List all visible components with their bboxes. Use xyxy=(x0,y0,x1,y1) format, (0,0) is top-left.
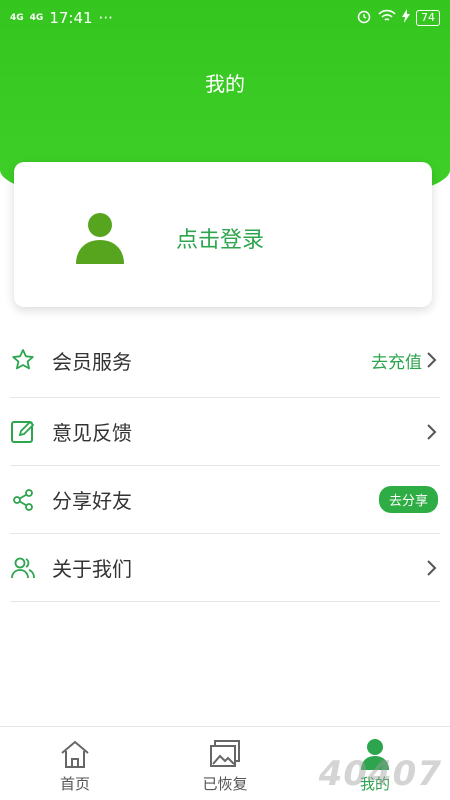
menu-item-share[interactable]: 分享好友 去分享 xyxy=(10,466,440,534)
page-title: 我的 xyxy=(205,72,245,96)
alarm-icon xyxy=(356,8,372,28)
tab-recovered[interactable]: 已恢复 xyxy=(150,727,300,800)
login-card[interactable]: 点击登录 xyxy=(14,162,432,307)
watermark-logo: 40407 xyxy=(318,754,442,794)
edit-icon xyxy=(10,419,36,445)
share-icon xyxy=(10,487,36,513)
menu-label: 意见反馈 xyxy=(52,421,132,445)
menu-list: 会员服务 去充值 意见反馈 分享好友 去分享 关于我们 xyxy=(10,323,440,602)
menu-item-feedback[interactable]: 意见反馈 xyxy=(10,398,440,466)
signal-icon: 4G xyxy=(10,12,24,23)
tab-label: 首页 xyxy=(59,775,90,793)
share-button[interactable]: 去分享 xyxy=(378,486,438,513)
chevron-right-icon xyxy=(426,422,438,442)
avatar-icon xyxy=(72,212,128,264)
menu-label: 会员服务 xyxy=(52,349,132,374)
status-time: 17:41 xyxy=(49,9,93,27)
wifi-icon xyxy=(378,9,396,27)
signal-icon-2: 4G xyxy=(29,12,44,23)
recharge-link[interactable]: 去充值 xyxy=(371,348,422,373)
home-icon xyxy=(58,737,92,771)
charging-icon xyxy=(402,9,410,27)
tab-label: 已恢复 xyxy=(202,775,248,793)
image-icon xyxy=(208,737,242,771)
chevron-right-icon xyxy=(426,558,438,578)
menu-item-membership[interactable]: 会员服务 去充值 xyxy=(10,323,440,398)
battery-icon: 74 xyxy=(416,10,440,26)
chevron-right-icon xyxy=(426,350,438,370)
users-icon xyxy=(10,555,36,581)
tab-home[interactable]: 首页 xyxy=(0,727,150,800)
menu-label: 分享好友 xyxy=(52,489,132,513)
login-link[interactable]: 点击登录 xyxy=(176,222,264,254)
menu-label: 关于我们 xyxy=(52,557,132,581)
status-bar: 4G 4G 17:41 ··· 74 xyxy=(0,0,450,36)
status-more: ··· xyxy=(98,9,113,27)
menu-item-about[interactable]: 关于我们 xyxy=(10,534,440,602)
star-icon xyxy=(10,347,36,373)
